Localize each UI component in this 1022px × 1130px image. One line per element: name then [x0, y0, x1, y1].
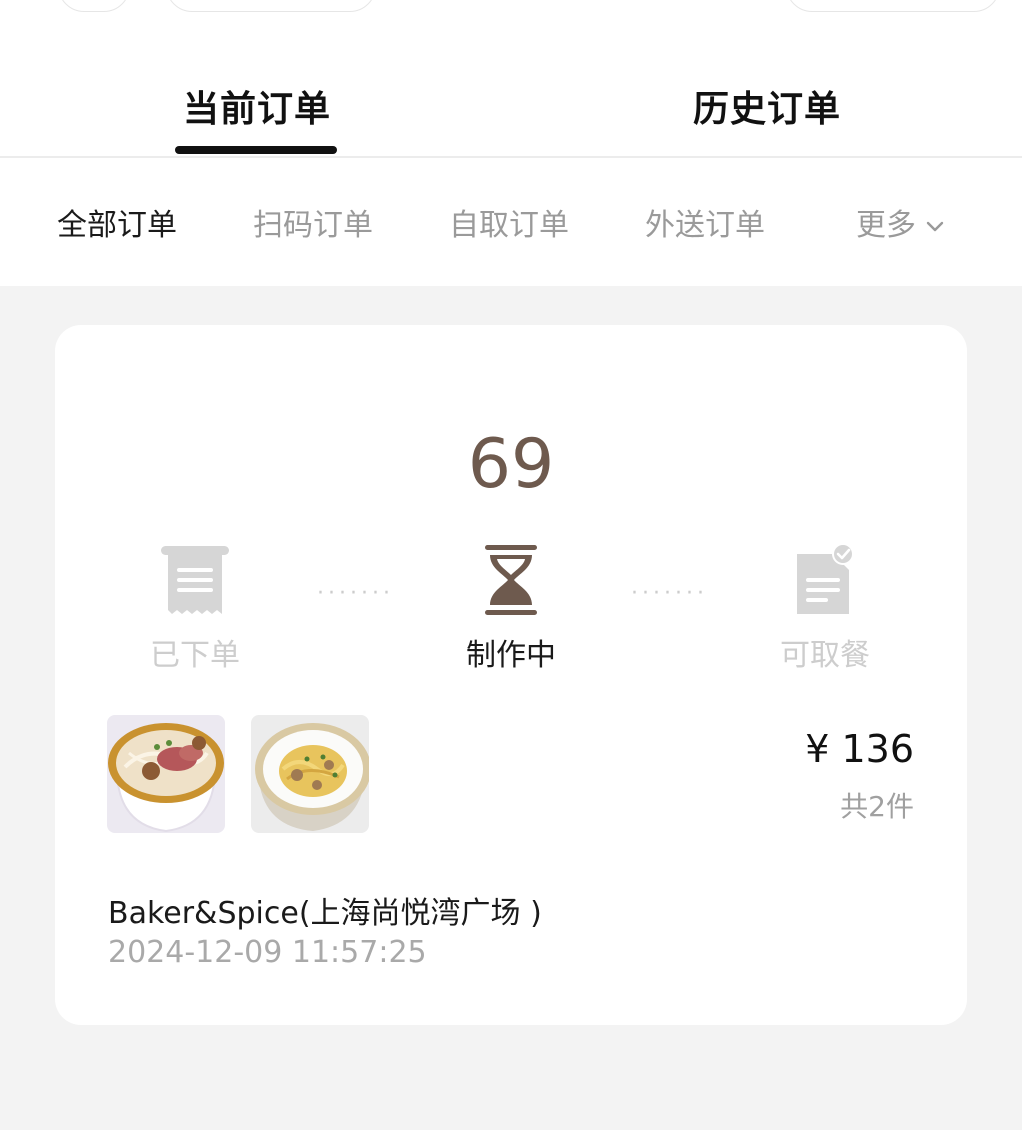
capsule-menu-partial[interactable] [786, 0, 1000, 12]
hourglass-icon [421, 540, 601, 616]
ready-document-icon [735, 540, 915, 616]
order-pickup-number: 69 [467, 425, 555, 504]
step-connector-2: ······· [631, 581, 708, 606]
order-card[interactable]: 69 已下单 ······· 制作中 ······· 可取餐 ¥ 136 共2件… [55, 325, 967, 1025]
step-ordered-label: 已下单 [150, 638, 240, 673]
back-button-partial[interactable] [58, 0, 130, 12]
item-thumbnail-pasta[interactable] [251, 715, 369, 833]
store-switch-partial[interactable] [166, 0, 376, 12]
filter-scan-orders[interactable]: 扫码订单 [253, 200, 373, 244]
chevron-down-icon [926, 221, 944, 231]
pasta-bowl-image [251, 715, 369, 833]
tab-current-orders[interactable]: 当前订单 [183, 80, 331, 132]
order-total-price: ¥ 136 [805, 727, 914, 771]
filter-more-label: 更多 [856, 208, 916, 243]
filter-pickup-orders[interactable]: 自取订单 [449, 200, 569, 244]
item-thumbnail-beef-noodle[interactable] [107, 715, 225, 833]
step-connector-1: ······· [317, 581, 394, 606]
active-tab-indicator [175, 146, 337, 154]
store-name: Baker&Spice(上海尚悦湾广场 ) [108, 896, 542, 931]
tab-history-orders[interactable]: 历史订单 [693, 80, 841, 132]
order-item-count: 共2件 [840, 790, 914, 823]
order-filter-bar: 全部订单 扫码订单 自取订单 外送订单 更多 [0, 158, 1022, 286]
order-tabs-header: 当前订单 历史订单 [0, 24, 1022, 158]
step-ready-label: 可取餐 [780, 638, 870, 673]
step-preparing: 制作中 [421, 540, 601, 674]
order-time: 2024-12-09 11:57:25 [108, 935, 427, 970]
receipt-icon [105, 540, 285, 616]
step-preparing-label: 制作中 [466, 638, 556, 673]
beef-noodle-soup-image [107, 715, 225, 833]
step-ready: 可取餐 [735, 540, 915, 674]
step-ordered: 已下单 [105, 540, 285, 674]
filter-all-orders[interactable]: 全部订单 [57, 200, 177, 244]
filter-more-dropdown[interactable]: 更多 [856, 200, 944, 244]
top-strip [0, 0, 1022, 24]
filter-delivery-orders[interactable]: 外送订单 [645, 200, 765, 244]
